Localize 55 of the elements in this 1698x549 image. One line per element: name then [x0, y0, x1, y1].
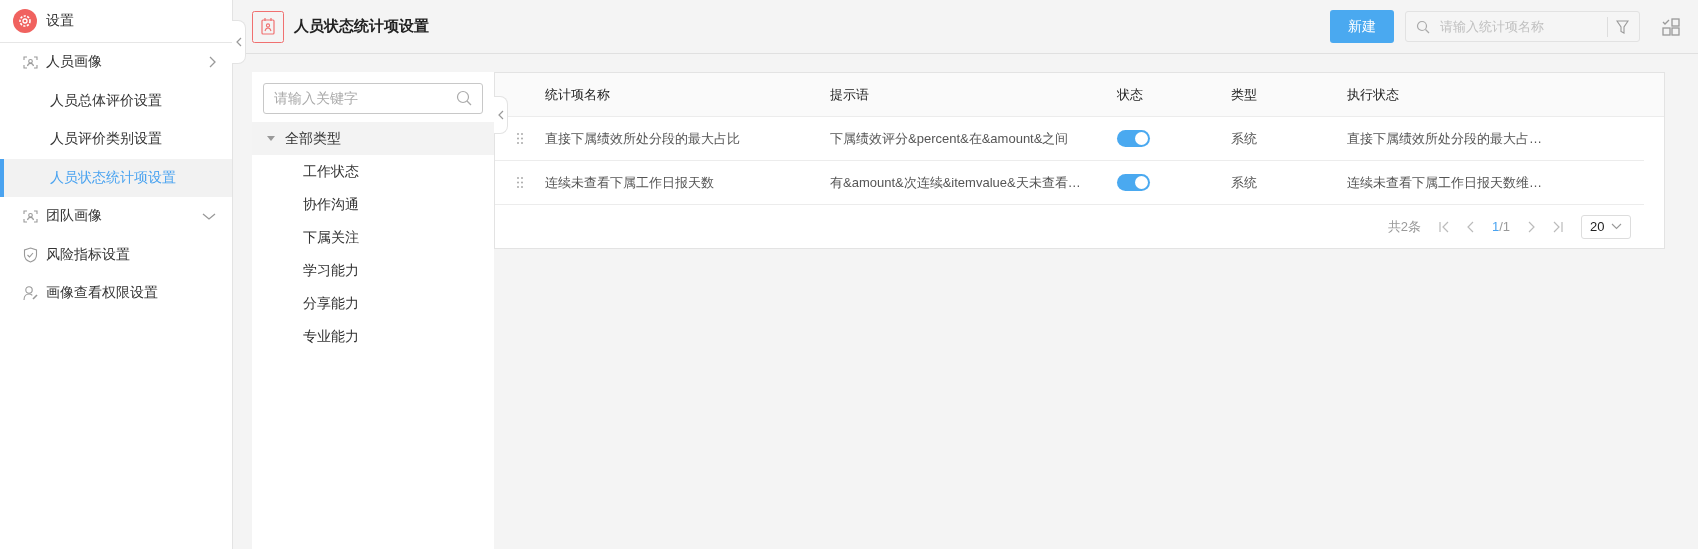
layout-grid-icon[interactable] [1662, 17, 1680, 36]
column-header: 统计项名称 [545, 85, 611, 104]
table-cell-text: 连续未查看下属工作日报天数维… [1347, 173, 1543, 192]
shield-icon [23, 246, 38, 263]
next-page-icon[interactable] [1528, 220, 1535, 233]
portrait-frame-icon [23, 209, 38, 223]
table-cell-text: 连续未查看下属工作日报天数 [545, 173, 715, 192]
column-header: 类型 [1231, 85, 1258, 104]
sidebar-item[interactable]: 团队画像 [0, 197, 232, 236]
previous-page-icon[interactable] [1466, 220, 1474, 233]
gear-icon [13, 9, 37, 33]
sidebar-item[interactable]: 风险指标设置 [0, 235, 232, 274]
keyword-search-field[interactable]: 请输入关键字 [263, 83, 483, 114]
tree-node[interactable]: 专业能力 [252, 320, 494, 353]
column-header: 执行状态 [1347, 85, 1400, 104]
chevron-left-icon [497, 110, 504, 120]
chevron-left-icon [235, 37, 242, 47]
chevron-down-icon [1611, 223, 1622, 230]
page-size-select[interactable]: 20 [1581, 214, 1631, 239]
collapse-tab[interactable] [232, 20, 246, 64]
search-icon [456, 90, 472, 106]
sidebar-title: 设置 [46, 12, 74, 30]
collapse-tab[interactable] [494, 96, 508, 134]
total-count: 共2条 [1387, 217, 1421, 236]
tree-node[interactable]: 下属关注 [252, 221, 494, 254]
sidebar-item[interactable]: 人员画像 [0, 43, 232, 82]
sidebar-item[interactable]: 人员总体评价设置 [0, 81, 232, 120]
tree-node[interactable]: 分享能力 [252, 287, 494, 320]
user-icon [23, 285, 38, 302]
page-title: 人员状态统计项设置 [294, 17, 430, 36]
tree-node[interactable]: 工作状态 [252, 155, 494, 188]
column-header: 状态 [1117, 85, 1144, 104]
portrait-frame-icon [23, 55, 38, 69]
page-indicator: 1/1 [1491, 219, 1510, 234]
table-cell-text: 直接下属绩效所处分段的最大占… [1347, 129, 1543, 148]
table-cell-text: 系统 [1231, 129, 1258, 148]
table-cell-text: 直接下属绩效所处分段的最大占比 [545, 129, 741, 148]
last-page-icon[interactable] [1553, 220, 1563, 233]
tree-node[interactable]: 学习能力 [252, 254, 494, 287]
table-cell-text: 下属绩效评分&percent&在&amount&之间 [830, 129, 1070, 148]
table-cell-text: 有&amount&次连续&itemvalue&天未查看… [830, 173, 1082, 192]
drag-handle-icon[interactable] [517, 133, 523, 144]
filter-icon[interactable] [1616, 19, 1629, 34]
status-toggle[interactable] [1117, 130, 1150, 147]
first-page-icon[interactable] [1438, 220, 1449, 233]
drag-handle-icon[interactable] [517, 177, 523, 188]
status-toggle[interactable] [1117, 174, 1150, 191]
tree-node[interactable]: 协作沟通 [252, 188, 494, 221]
column-header: 提示语 [830, 85, 870, 104]
sidebar-item[interactable]: 画像查看权限设置 [0, 274, 232, 313]
calendar-person-icon [252, 10, 284, 43]
table-cell-text: 系统 [1231, 173, 1258, 192]
sidebar-item[interactable]: 人员评价类别设置 [0, 120, 232, 159]
search-icon [1416, 19, 1430, 34]
tree-node[interactable]: 全部类型 [252, 122, 494, 155]
